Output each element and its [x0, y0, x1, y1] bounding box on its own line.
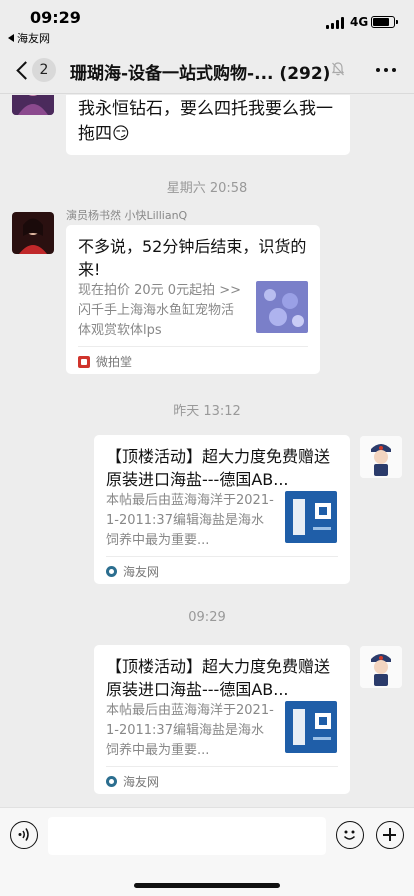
avatar[interactable]: [360, 436, 402, 478]
link-card[interactable]: 不多说，52分钟后结束，识货的来! 现在拍价 20元 0元起拍 >> 闪千手上海…: [66, 225, 320, 374]
card-thumbnail-image: [285, 701, 337, 753]
link-card[interactable]: 【顶楼活动】超大力度免费赠送原装进口海盐---德国AB... 本帖最后由蓝海海洋…: [94, 645, 350, 794]
card-source: 海友网: [106, 773, 159, 790]
status-time: 09:29: [30, 8, 81, 27]
card-description: 本帖最后由蓝海海洋于2021-1-2011:37编辑海盐是海水饲养中最为重要..…: [106, 493, 274, 548]
timestamp: 星期六 20:58: [166, 181, 248, 196]
message-bubble[interactable]: 我永恒钻石，要么四托我要么我一拖四😏: [66, 95, 350, 155]
emoji-icon[interactable]: [336, 821, 364, 849]
avatar-cartoon-icon: [360, 436, 402, 478]
more-options-icon[interactable]: [376, 68, 396, 72]
haiyouwang-logo-icon: [106, 566, 117, 577]
battery-icon: [371, 16, 398, 28]
weipaitang-logo-icon: [78, 355, 90, 368]
avatar[interactable]: [12, 95, 54, 115]
signal-icon: [326, 17, 344, 29]
card-title: 不多说，52分钟后结束，识货的来!: [78, 237, 307, 279]
network-type: 4G: [350, 15, 369, 29]
card-thumbnail-image: [285, 491, 337, 543]
avatar[interactable]: [12, 212, 54, 254]
timestamp: 09:29: [188, 610, 226, 625]
card-description: 现在拍价 20元 0元起拍 >> 闪千手上海海水鱼缸宠物活体观赏软体lps: [78, 283, 241, 338]
card-thumbnail-image: [256, 281, 308, 333]
status-bar: 09:29 海友网 4G: [0, 0, 414, 46]
card-source: 海友网: [106, 563, 159, 580]
sender-name: 演员杨书然 小快LillianQ: [66, 209, 188, 222]
card-description: 本帖最后由蓝海海洋于2021-1-2011:37编辑海盐是海水饲养中最为重要..…: [106, 703, 274, 758]
mute-bell-icon: [331, 62, 345, 76]
chat-title: 珊瑚海-设备一站式购物-... (292): [70, 59, 332, 84]
add-attachment-icon[interactable]: [376, 821, 404, 849]
back-app-label: 海友网: [17, 32, 50, 45]
back-triangle-icon: [8, 34, 14, 42]
group-name: 珊瑚海-设备一站式购物-...: [70, 64, 274, 84]
avatar-person-icon: [12, 95, 54, 115]
voice-input-icon[interactable]: [10, 821, 38, 849]
message-input[interactable]: [48, 817, 326, 855]
unread-count-badge[interactable]: 2: [32, 58, 56, 82]
chat-header: 2 珊瑚海-设备一站式购物-... (292): [0, 46, 414, 94]
timestamp: 昨天 13:12: [173, 404, 241, 419]
member-count: (292): [279, 64, 331, 84]
message-text: 我永恒钻石，要么四托我要么我一拖四😏: [78, 99, 333, 144]
chat-message-list[interactable]: 我永恒钻石，要么四托我要么我一拖四😏 星期六 20:58 演员杨书然 小快Lil…: [0, 95, 414, 807]
card-title: 【顶楼活动】超大力度免费赠送原装进口海盐---德国AB...: [106, 657, 331, 699]
card-source: 微拍堂: [78, 353, 132, 370]
link-card[interactable]: 【顶楼活动】超大力度免费赠送原装进口海盐---德国AB... 本帖最后由蓝海海洋…: [94, 435, 350, 584]
smirk-emoji: 😏: [112, 124, 130, 144]
back-to-app-link[interactable]: 海友网: [8, 30, 50, 46]
avatar[interactable]: [360, 646, 402, 688]
card-title: 【顶楼活动】超大力度免费赠送原装进口海盐---德国AB...: [106, 447, 331, 489]
haiyouwang-logo-icon: [106, 776, 117, 787]
avatar-person-icon: [12, 212, 54, 254]
home-indicator[interactable]: [134, 883, 280, 888]
avatar-cartoon-icon: [360, 646, 402, 688]
